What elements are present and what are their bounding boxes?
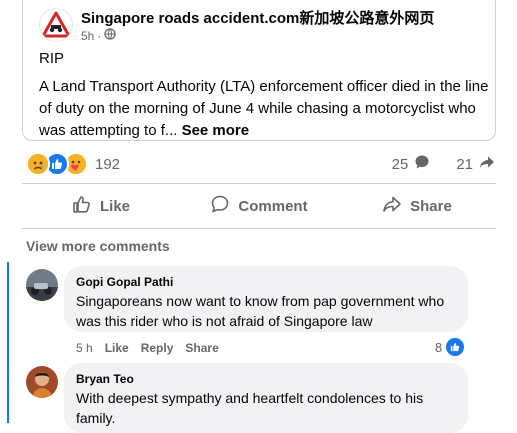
comment-text: With deepest sympathy and heartfelt cond… [76, 390, 424, 426]
comment-reply-link[interactable]: Reply [141, 341, 174, 355]
divider [22, 183, 496, 184]
avatar[interactable] [26, 269, 58, 301]
comment-author[interactable]: Gopi Gopal Pathi [76, 275, 456, 289]
post-time[interactable]: 5h [81, 29, 94, 43]
dot-separator: · [97, 28, 102, 43]
thumbs-up-icon [72, 194, 92, 218]
thread-indicator [7, 262, 9, 423]
share-count[interactable]: 21 [456, 156, 473, 173]
comment-count[interactable]: 25 [392, 156, 409, 173]
post-counts: 25 21 [392, 154, 495, 174]
comment-button-label: Comment [238, 197, 308, 215]
like-badge-icon [446, 338, 465, 356]
share-button-label: Share [410, 197, 452, 215]
post-actions: Like Comment Share [22, 188, 496, 224]
divider [22, 228, 496, 229]
sad-icon [26, 152, 50, 176]
comment-text: Singaporeans now want to know from pap g… [76, 293, 445, 329]
like-button[interactable]: Like [22, 188, 180, 224]
share-arrow-icon [479, 154, 495, 174]
comment-time[interactable]: 5 h [76, 341, 93, 355]
post-text-body: A Land Transport Authority (LTA) enforce… [39, 76, 489, 142]
page-logo-road-sign-icon[interactable] [39, 8, 73, 42]
comment-bubble: Gopi Gopal Pathi Singaporeans now want t… [64, 266, 468, 332]
comment-bubble-icon [414, 154, 430, 174]
comment-icon [210, 194, 230, 218]
share-button[interactable]: Share [338, 188, 496, 224]
reactions-summary[interactable]: 192 [26, 152, 120, 176]
view-more-comments-link[interactable]: View more comments [26, 238, 170, 254]
post-body: A Land Transport Authority (LTA) enforce… [39, 78, 489, 139]
page-name[interactable]: Singapore roads accident.com新加坡公路意外网页 [81, 7, 434, 28]
share-icon [382, 194, 402, 218]
post-text: RIP A Land Transport Authority (LTA) enf… [39, 48, 489, 142]
like-button-label: Like [99, 197, 130, 215]
comment-share-link[interactable]: Share [185, 341, 218, 355]
comment-meta: 5 h Like Reply Share [76, 341, 219, 355]
comment-author[interactable]: Bryan Teo [76, 372, 456, 386]
comment-like-number: 8 [435, 339, 443, 355]
post-text-line1: RIP [39, 50, 65, 67]
reaction-count[interactable]: 192 [95, 156, 120, 173]
post-meta: 5h · [81, 28, 117, 43]
avatar[interactable] [26, 366, 58, 398]
globe-icon [104, 28, 117, 43]
comment-button[interactable]: Comment [180, 188, 338, 224]
shared-post-card[interactable]: Singapore roads accident.com新加坡公路意外网页 5h… [22, 0, 496, 141]
see-more-link[interactable]: See more [182, 122, 250, 139]
comment-like-link[interactable]: Like [105, 341, 129, 355]
comment-like-count[interactable]: 8 [435, 338, 465, 356]
